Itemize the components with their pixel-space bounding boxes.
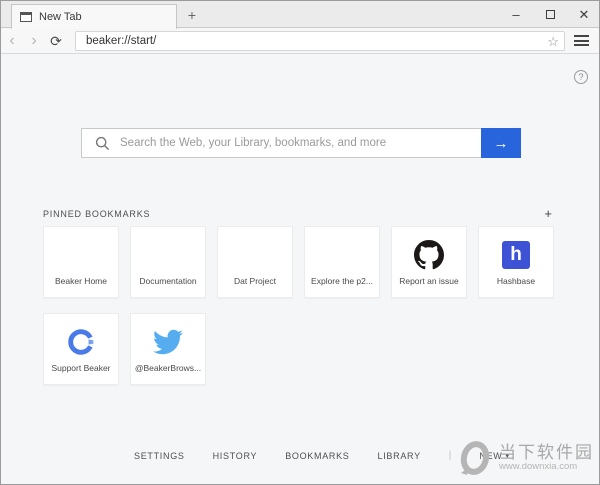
blank-favicon (131, 227, 205, 276)
bookmark-tile-report-issue[interactable]: Report an issue (391, 226, 467, 298)
pinned-bookmarks-heading: PINNED BOOKMARKS (43, 209, 150, 219)
support-beaker-ring-icon (66, 327, 96, 357)
url-input[interactable] (76, 35, 564, 47)
bookmark-label: Dat Project (234, 276, 276, 286)
back-button[interactable]: ‹ (1, 33, 23, 49)
url-bar[interactable]: ☆ (75, 31, 565, 51)
bookmark-label: Beaker Home (55, 276, 107, 286)
bookmark-tile-dat-project[interactable]: Dat Project (217, 226, 293, 298)
footer-link-settings[interactable]: SETTINGS (134, 451, 185, 461)
maximize-icon (546, 10, 555, 19)
bookmark-label: Explore the p2... (311, 276, 373, 286)
window-controls: – ✕ (509, 1, 591, 28)
watermark-site-url: www.downxia.com (499, 462, 594, 473)
search-icon (95, 136, 110, 151)
blank-favicon (305, 227, 379, 276)
tab-favicon-icon (20, 12, 32, 22)
bookmark-tile-twitter[interactable]: @BeakerBrows... (130, 313, 206, 385)
search-submit-button[interactable]: → (481, 128, 521, 158)
footer-link-history[interactable]: HISTORY (213, 451, 258, 461)
footer-new-label: NEW (479, 451, 502, 461)
forward-button[interactable]: › (23, 33, 45, 49)
footer-new-dropdown[interactable]: NEW ▾ (479, 451, 509, 461)
start-page: ? → PINNED BOOKMARKS + Beaker Home D (1, 55, 599, 484)
blank-favicon (44, 227, 118, 276)
bookmark-tile-documentation[interactable]: Documentation (130, 226, 206, 298)
menu-button[interactable] (574, 35, 589, 46)
minimize-button[interactable]: – (509, 8, 523, 21)
bookmark-row: Support Beaker @BeakerBrows... (43, 313, 206, 385)
refresh-button[interactable]: ⟳ (45, 34, 67, 48)
footer-nav: SETTINGS HISTORY BOOKMARKS LIBRARY | NEW… (134, 450, 510, 461)
bookmark-tile-support-beaker[interactable]: Support Beaker (43, 313, 119, 385)
close-button[interactable]: ✕ (577, 8, 591, 21)
help-icon[interactable]: ? (574, 70, 588, 84)
bookmark-label: @BeakerBrows... (135, 363, 201, 373)
chevron-down-icon: ▾ (506, 452, 510, 460)
new-tab-button[interactable]: + (183, 7, 201, 25)
hashbase-icon: h (502, 241, 530, 269)
arrow-right-icon: → (494, 135, 509, 152)
bookmark-row: Beaker Home Documentation Dat Project Ex… (43, 226, 554, 298)
footer-separator: | (449, 450, 452, 461)
bookmark-label: Hashbase (497, 276, 535, 286)
tab-title: New Tab (39, 11, 82, 23)
search-bar: → (81, 128, 521, 158)
browser-window: New Tab + – ✕ ‹ › ⟳ ☆ ? (0, 0, 600, 485)
add-bookmark-button[interactable]: + (544, 207, 552, 220)
bookmark-tile-explore-p2p[interactable]: Explore the p2... (304, 226, 380, 298)
search-box[interactable] (81, 128, 481, 158)
pinned-bookmarks-header: PINNED BOOKMARKS + (43, 207, 552, 220)
footer-link-library[interactable]: LIBRARY (378, 451, 421, 461)
twitter-icon (153, 327, 183, 357)
tab-new-tab[interactable]: New Tab (11, 4, 177, 29)
navigation-bar: ‹ › ⟳ ☆ (1, 28, 599, 54)
blank-favicon (218, 227, 292, 276)
search-input[interactable] (82, 137, 481, 149)
maximize-button[interactable] (543, 8, 557, 21)
github-icon (414, 240, 444, 270)
bookmark-tile-beaker-home[interactable]: Beaker Home (43, 226, 119, 298)
bookmark-label: Report an issue (399, 276, 459, 286)
bookmark-label: Support Beaker (51, 363, 110, 373)
tab-strip: New Tab + – ✕ (1, 1, 599, 28)
bookmark-star-icon[interactable]: ☆ (547, 34, 559, 49)
watermark-site-name: 当下软件园 (499, 443, 594, 463)
bookmark-label: Documentation (139, 276, 196, 286)
footer-link-bookmarks[interactable]: BOOKMARKS (285, 451, 349, 461)
bookmark-tile-hashbase[interactable]: h Hashbase (478, 226, 554, 298)
